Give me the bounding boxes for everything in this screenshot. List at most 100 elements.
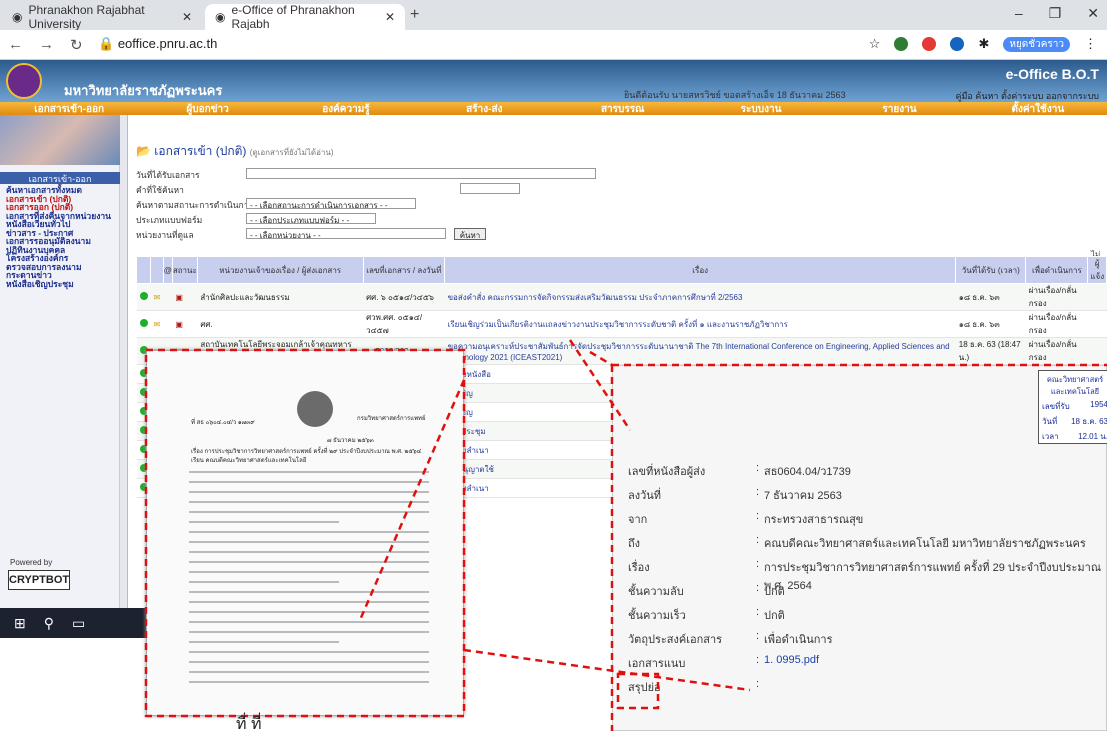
url-text: eoffice.pnru.ac.th — [117, 36, 218, 51]
extension-icon[interactable] — [950, 37, 965, 51]
column-header — [150, 256, 164, 284]
unread-link[interactable]: (ดูเอกสารที่ยังไม่ได้อ่าน) — [250, 148, 334, 157]
back-icon[interactable]: ← — [8, 36, 23, 54]
letter-date: ๗ ธันวาคม ๒๕๖๓ — [327, 438, 374, 444]
close-window-icon[interactable]: ✕ — [1087, 5, 1099, 22]
action-cell: ผ่านเรื่อง/กลั่นกรอง — [1025, 310, 1088, 338]
cryptbot-logo: CRYPTBOT — [8, 570, 70, 590]
letter-text-line — [189, 511, 429, 513]
main-menu: เอกสารเข้า-ออก ผู้บอกข่าว องค์ความรู้ สร… — [0, 102, 1107, 115]
subject-cell[interactable]: ขอความอนุเคราะห์ประชาสัมพันธ์การจัดประชุ… — [444, 337, 956, 365]
powered-by: Powered by — [10, 558, 53, 567]
stamp-title: คณะวิทยาศาสตร์และเทคโนโลยี — [1046, 375, 1104, 396]
profile-button[interactable]: หยุดชั่วคราว — [1003, 36, 1070, 52]
letter-text-line — [189, 571, 429, 573]
windows-icon[interactable]: ⊞ — [14, 615, 26, 632]
extension-icon[interactable] — [894, 37, 909, 51]
detail-value: สธ0604.04/ว1739 — [764, 466, 851, 478]
garuda-emblem — [297, 391, 333, 427]
search-icon[interactable]: ⚲ — [44, 615, 54, 632]
menu-item[interactable]: สร้าง-ส่ง — [415, 102, 553, 115]
column-header — [136, 256, 151, 284]
filter-label: ค้นหาตามสถานะการดำเนินการ — [136, 200, 254, 210]
mail-icon: ✉ — [150, 310, 164, 338]
stamp-label: เลขที่รับ — [1042, 402, 1070, 411]
table-row[interactable]: ✉ ▣ สำนักศิลปะและวัฒนธรรม ศศ. ๖ ๐๕๑๔/ว๔๕๖ ขอ… — [136, 283, 1107, 311]
tab-phranakhon[interactable]: ◉ Phranakhon Rajabhat University ✕ — [2, 3, 202, 31]
stamp-label: วันที่ — [1042, 417, 1058, 426]
menu-item[interactable]: ตั้งค่าใช้งาน — [969, 102, 1107, 115]
window-controls: – ❐ ✕ — [1015, 5, 1099, 22]
keyword-field[interactable] — [460, 183, 520, 194]
close-tab-icon[interactable]: ✕ — [385, 10, 395, 24]
letter-text-line — [189, 541, 429, 543]
letter-text-line — [189, 471, 429, 473]
top-links[interactable]: คู่มือ ค้นหา ตั้งค่าระบบ ออกจากระบบ — [955, 89, 1099, 103]
letter-text-line — [189, 611, 429, 613]
column-header: วันที่ได้รับ (เวลา) — [955, 256, 1027, 284]
attach-icon — [163, 310, 173, 338]
globe-icon: ◉ — [12, 10, 23, 24]
column-header: @ — [162, 256, 173, 284]
form-select[interactable]: - - เลือกประเภทแบบฟอร์ม - - — [246, 213, 376, 225]
sidebar-item[interactable]: หนังสือเชิญประชุม — [6, 279, 111, 289]
letter-text-line — [189, 641, 339, 643]
subject-cell[interactable]: เรียนเชิญร่วมเป็นเกียรติงานแถลงข่าวงานปร… — [444, 310, 956, 338]
detail-colon: : — [756, 654, 760, 666]
owner-cell: สำนักศิลปะและวัฒนธรรม — [197, 283, 364, 311]
page-title: 📂 เอกสารเข้า (ปกติ) (ดูเอกสารที่ยังไม่ได… — [136, 142, 334, 161]
puzzle-icon[interactable]: ✱ — [978, 36, 989, 52]
close-tab-icon[interactable]: ✕ — [182, 10, 192, 24]
url-field[interactable]: 🔒 eoffice.pnru.ac.th — [98, 36, 217, 52]
detail-label: ชั้นความเร็ว — [628, 610, 686, 622]
menu-item[interactable]: ผู้บอกข่าว — [138, 102, 276, 115]
pdf-icon: ▣ — [172, 310, 198, 338]
menu-item[interactable]: องค์ความรู้ — [277, 102, 415, 115]
subject-cell[interactable]: ขอส่งคำสั่ง คณะกรรมการจัดกิจกรรมส่งเสริม… — [444, 283, 956, 311]
forward-icon[interactable]: → — [39, 36, 54, 54]
letter-org: กรมวิทยาศาสตร์การแพทย์ — [357, 416, 426, 422]
maximize-icon[interactable]: ❐ — [1049, 5, 1062, 22]
taskview-icon[interactable]: ▭ — [72, 615, 85, 632]
menu-item[interactable]: รายงาน — [830, 102, 968, 115]
detail-value: การประชุมวิชาการวิทยาศาสตร์การแพทย์ ครั้… — [764, 562, 1102, 592]
star-icon[interactable]: ☆ — [869, 36, 881, 52]
status-dot-icon — [139, 319, 148, 327]
detail-colon: : — [756, 534, 760, 546]
sidebar-scrollbar[interactable] — [120, 115, 128, 631]
status-select[interactable]: - - เลือกสถานะการดำเนินการเอกสาร - - — [246, 198, 416, 210]
column-header: หน่วยงานเจ้าของเรื่อง / ผู้ส่งเอกสาร — [196, 256, 364, 284]
letter-preview: ที่ สธ ๐๖๐๔.๐๔/ว ๑๗๓๙ กรมวิทยาศาสตร์การแ… — [146, 350, 464, 716]
received-cell: ๑๘ ธ.ค. ๖๓ — [955, 310, 1026, 338]
stamp-value: 18 ธ.ค. 63 — [1071, 417, 1107, 426]
unit-select[interactable]: - - เลือกหน่วยงาน - - — [246, 228, 446, 240]
reload-icon[interactable]: ↻ — [70, 36, 83, 54]
column-header: เพื่อดำเนินการ — [1025, 256, 1089, 284]
search-button[interactable]: ค้นหา — [454, 228, 486, 240]
receipt-stamp: คณะวิทยาศาสตร์และเทคโนโลยี เลขที่รับ 1954… — [1038, 370, 1107, 444]
letter-text-line — [189, 501, 429, 503]
tab-eoffice[interactable]: ◉ e-Office of Phranakhon Rajabh ✕ — [205, 3, 405, 31]
column-header: เลขที่เอกสาร / ลงวันที่ — [362, 256, 446, 284]
notify-cell — [1087, 310, 1107, 338]
detail-value: 7 ธันวาคม 2563 — [764, 490, 842, 502]
extension-icon[interactable] — [922, 37, 937, 51]
menu-item[interactable]: สารบรรณ — [554, 102, 692, 115]
menu-item[interactable]: เอกสารเข้า-ออก — [0, 102, 138, 115]
letter-text-line — [189, 561, 429, 563]
menu-item[interactable]: ระบบงาน — [692, 102, 830, 115]
attachment-link[interactable]: 1. 0995.pdf — [764, 654, 819, 666]
letter-text-line — [189, 591, 429, 593]
mail-icon: ✉ — [150, 283, 164, 311]
date-filter[interactable] — [246, 168, 596, 179]
menu-dots-icon[interactable]: ⋮ — [1084, 36, 1097, 52]
globe-icon: ◉ — [215, 10, 226, 24]
new-tab-button[interactable]: + — [410, 6, 419, 24]
letter-text-line — [189, 601, 429, 603]
minimize-icon[interactable]: – — [1015, 5, 1023, 22]
letter-text-line — [189, 581, 339, 583]
table-row[interactable]: ✉ ▣ ศศ. ศวพ.ศศ. ๐๕๑๔/ว๔๕๗ เรียนเชิญร่วมเป็นเ… — [136, 310, 1107, 338]
filter-label: คำที่ใช้ค้นหา — [136, 185, 184, 195]
detail-colon: : — [756, 462, 760, 474]
filter-label: หน่วยงานที่ดูแล — [136, 230, 194, 240]
